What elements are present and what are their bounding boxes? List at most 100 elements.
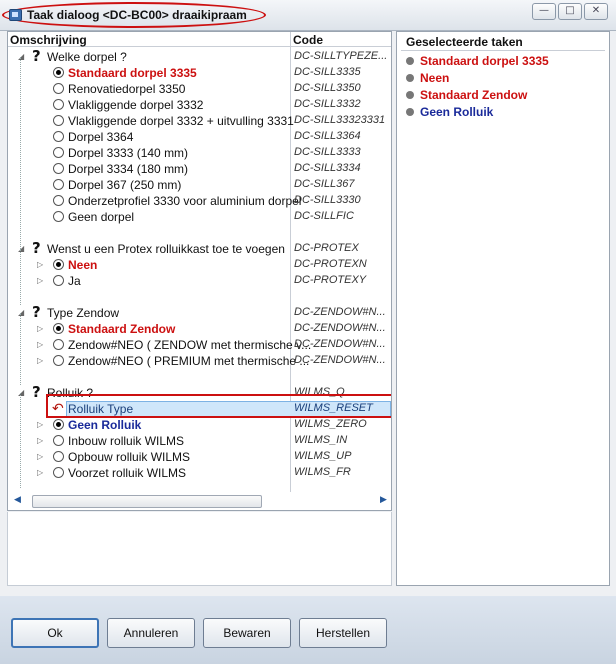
collapse-icon[interactable]: ◢ [18, 308, 24, 317]
bullet-icon [406, 74, 414, 82]
option-label: Neen [68, 258, 98, 272]
expand-icon[interactable]: ▷ [37, 452, 43, 461]
option-radio[interactable] [53, 275, 64, 286]
scrollbar-thumb[interactable] [32, 495, 262, 508]
option-row[interactable]: ▷ Ja DC-PROTEXY [8, 273, 391, 289]
option-row[interactable]: Geen dorpel DC-SILLFIC [8, 209, 391, 225]
expand-icon[interactable]: ▷ [37, 356, 43, 365]
option-radio[interactable] [53, 419, 64, 430]
option-label: Standaard Zendow [68, 322, 176, 336]
ok-button[interactable]: Ok [11, 618, 99, 648]
option-radio[interactable] [53, 355, 64, 366]
option-label: Onderzetprofiel 3330 voor aluminium dorp… [68, 194, 302, 208]
option-row[interactable]: Renovatiedorpel 3350 DC-SILL3350 [8, 81, 391, 97]
scroll-left-icon[interactable]: ◀ [14, 495, 21, 505]
expand-icon[interactable]: ▷ [37, 420, 43, 429]
close-icon[interactable]: ✕ [584, 3, 608, 20]
option-row[interactable]: Onderzetprofiel 3330 voor aluminium dorp… [8, 193, 391, 209]
restore-button[interactable]: Herstellen [299, 618, 387, 648]
save-button[interactable]: Bewaren [203, 618, 291, 648]
expand-icon[interactable]: ▷ [37, 468, 43, 477]
bullet-icon [406, 108, 414, 116]
option-code: WILMS_UP [294, 450, 352, 462]
option-label: Dorpel 367 (250 mm) [68, 178, 182, 192]
option-code: DC-ZENDOW#N... [294, 354, 386, 366]
option-row[interactable]: ▷ Standaard Zendow DC-ZENDOW#N... [8, 321, 391, 337]
selected-task-label: Standaard dorpel 3335 [420, 54, 549, 68]
expand-icon[interactable]: ▷ [37, 340, 43, 349]
option-code: DC-SILL3364 [294, 130, 361, 142]
option-row[interactable]: Dorpel 3364 DC-SILL3364 [8, 129, 391, 145]
option-radio[interactable] [53, 99, 64, 110]
option-code: DC-PROTEXY [294, 274, 367, 286]
option-radio[interactable] [53, 67, 64, 78]
selected-task-label: Standaard Zendow [420, 88, 528, 102]
option-code: WILMS_IN [294, 434, 348, 446]
option-row[interactable]: Dorpel 3334 (180 mm) DC-SILL3334 [8, 161, 391, 177]
window-title: Taak dialoog <DC-BC00> draaikipraam [27, 8, 247, 22]
tree-connector-line [20, 313, 21, 385]
horizontal-scrollbar[interactable]: ◀ ▶ [12, 494, 387, 508]
option-radio[interactable] [53, 323, 64, 334]
question-row[interactable]: ◢? Type Zendow DC-ZENDOW#N... [8, 303, 391, 321]
tree-header: Omschrijving Code [8, 32, 391, 47]
collapse-icon[interactable]: ◢ [18, 388, 24, 397]
option-radio[interactable] [53, 211, 64, 222]
question-icon: ? [32, 239, 41, 257]
option-label: Voorzet rolluik WILMS [68, 466, 187, 480]
option-radio[interactable] [53, 83, 64, 94]
question-row[interactable]: ◢? Wenst u een Protex rolluikkast toe te … [8, 239, 391, 257]
collapse-icon[interactable]: ◢ [18, 52, 24, 61]
option-radio[interactable] [53, 163, 64, 174]
option-row[interactable]: ▷ Inbouw rolluik WILMS WILMS_IN [8, 433, 391, 449]
column-header-description[interactable]: Omschrijving [10, 33, 87, 47]
task-tree[interactable]: Omschrijving Code ◢? Welke dorpel ? DC-SIL… [7, 31, 392, 511]
collapse-icon[interactable]: ◢ [18, 244, 24, 253]
scroll-right-icon[interactable]: ▶ [380, 495, 387, 505]
option-radio[interactable] [53, 339, 64, 350]
question-icon: ? [32, 303, 41, 321]
tree-connector-line [20, 393, 21, 488]
option-radio[interactable] [53, 147, 64, 158]
option-radio[interactable] [53, 115, 64, 126]
option-radio[interactable] [53, 259, 64, 270]
option-code: DC-SILL3350 [294, 82, 361, 94]
option-radio[interactable] [53, 195, 64, 206]
option-code: DC-SILL3335 [294, 66, 361, 78]
option-row[interactable]: ▷ Neen DC-PROTEXN [8, 257, 391, 273]
option-radio[interactable] [53, 131, 64, 142]
option-row[interactable]: Dorpel 3333 (140 mm) DC-SILL3333 [8, 145, 391, 161]
expand-icon[interactable]: ▷ [37, 324, 43, 333]
option-radio[interactable] [53, 435, 64, 446]
column-header-code[interactable]: Code [293, 33, 323, 47]
bullet-icon [406, 57, 414, 65]
option-label: Opbouw rolluik WILMS [68, 450, 191, 464]
maximize-icon[interactable]: □ [558, 3, 582, 20]
option-label: Vlakliggende dorpel 3332 + uitvulling 33… [68, 114, 294, 128]
option-row[interactable]: ▷ Zendow#NEO ( PREMIUM met thermische ...… [8, 353, 391, 369]
option-code: DC-PROTEXN [294, 258, 367, 270]
option-row[interactable]: ▷ Geen Rolluik WILMS_ZERO [8, 417, 391, 433]
option-row[interactable]: ▷ Opbouw rolluik WILMS WILMS_UP [8, 449, 391, 465]
option-row[interactable]: Standaard dorpel 3335 DC-SILL3335 [8, 65, 391, 81]
option-row[interactable]: Dorpel 367 (250 mm) DC-SILL367 [8, 177, 391, 193]
cancel-button[interactable]: Annuleren [107, 618, 195, 648]
option-row[interactable]: Vlakliggende dorpel 3332 DC-SILL3332 [8, 97, 391, 113]
option-label: Geen dorpel [68, 210, 135, 224]
option-radio[interactable] [53, 451, 64, 462]
option-label: Dorpel 3364 [68, 130, 134, 144]
details-area [7, 512, 392, 586]
question-icon: ? [32, 383, 41, 401]
option-radio[interactable] [53, 467, 64, 478]
option-row[interactable]: Vlakliggende dorpel 3332 + uitvulling 33… [8, 113, 391, 129]
option-label: Inbouw rolluik WILMS [68, 434, 185, 448]
option-radio[interactable] [53, 179, 64, 190]
option-row[interactable]: ▷ Voorzet rolluik WILMS WILMS_FR [8, 465, 391, 481]
expand-icon[interactable]: ▷ [37, 276, 43, 285]
minimize-icon[interactable]: — [532, 3, 556, 20]
option-row[interactable]: ▷ Zendow#NEO ( ZENDOW met thermische v...… [8, 337, 391, 353]
app-window-icon [9, 9, 22, 21]
question-row[interactable]: ◢? Welke dorpel ? DC-SILLTYPEZE... [8, 47, 391, 65]
expand-icon[interactable]: ▷ [37, 260, 43, 269]
expand-icon[interactable]: ▷ [37, 436, 43, 445]
